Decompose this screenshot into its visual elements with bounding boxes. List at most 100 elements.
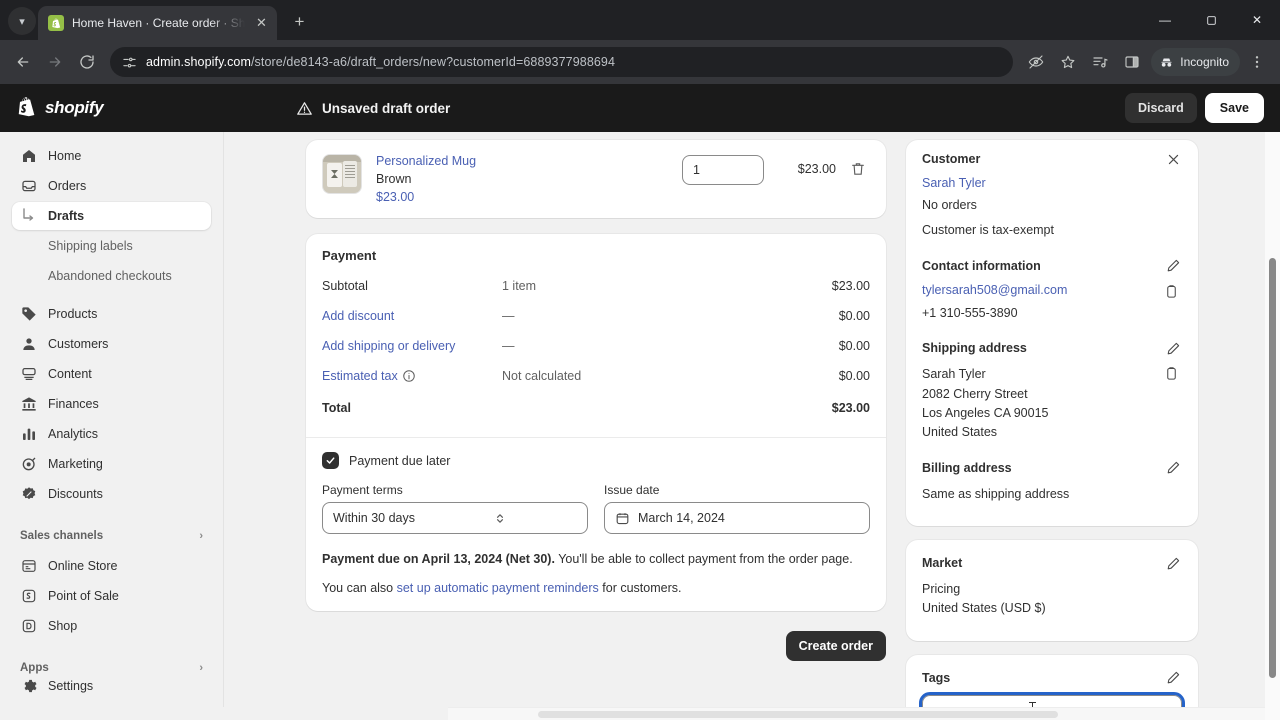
thumb-mug-right <box>343 161 357 187</box>
topbar-status: Unsaved draft order <box>224 100 1125 117</box>
sidebar-item-label: Marketing <box>48 457 103 471</box>
sidebar-item-content[interactable]: Content <box>12 360 211 388</box>
side-panel-icon[interactable] <box>1117 47 1147 77</box>
sidebar-item-finances[interactable]: Finances <box>12 390 211 418</box>
app-topbar: shopify Unsaved draft order Discard Save <box>0 84 1280 132</box>
sidebar-item-label: Shipping labels <box>48 239 133 253</box>
sidebar-item-shop[interactable]: Shop <box>12 612 211 640</box>
section-label: Sales channels <box>20 530 104 542</box>
url-text: admin.shopify.com/store/de8143-a6/draft_… <box>146 55 1003 69</box>
sidebar-item-online-store[interactable]: Online Store <box>12 552 211 580</box>
sidebar-item-products[interactable]: Products <box>12 300 211 328</box>
save-button[interactable]: Save <box>1204 93 1264 123</box>
back-icon[interactable] <box>8 47 38 77</box>
sidebar-item-label: Point of Sale <box>48 589 119 603</box>
warning-icon <box>297 101 312 115</box>
payment-due-later-section: Payment due later Payment terms Within 3… <box>306 437 886 611</box>
contact-header: Contact information <box>922 257 1182 275</box>
sidebar-item-point-of-sale[interactable]: Point of Sale <box>12 582 211 610</box>
payment-card: Payment Subtotal 1 item $23.00 Add disco… <box>306 234 886 611</box>
payment-due-bold: Payment due on April 13, 2024 (Net 30). <box>322 552 555 566</box>
vertical-scrollbar-thumb[interactable] <box>1269 258 1276 678</box>
minimize-button[interactable]: — <box>1142 0 1188 40</box>
discard-button[interactable]: Discard <box>1124 93 1197 123</box>
sidebar-item-marketing[interactable]: Marketing <box>12 450 211 478</box>
customer-name-link[interactable]: Sarah Tyler <box>922 176 1182 190</box>
sidebar-scroll-filler <box>0 707 224 720</box>
customer-order-count: No orders <box>922 198 977 212</box>
incognito-indicator[interactable]: Incognito <box>1151 48 1240 76</box>
sidebar-item-abandoned-checkouts[interactable]: Abandoned checkouts <box>12 262 211 290</box>
add-shipping-link[interactable]: Add shipping or delivery <box>322 339 502 353</box>
discount-icon <box>20 485 38 503</box>
window-controls: — ✕ <box>1142 0 1280 40</box>
chrome-menu-icon[interactable] <box>1242 47 1272 77</box>
product-title-link[interactable]: Personalized Mug <box>376 154 668 168</box>
edit-pencil-icon[interactable] <box>1164 554 1182 572</box>
edit-pencil-icon[interactable] <box>1164 459 1182 477</box>
contact-email-row: tylersarah508@gmail.com <box>922 283 1182 304</box>
delete-line-item-icon[interactable] <box>850 161 870 182</box>
vertical-scrollbar[interactable] <box>1265 132 1280 720</box>
person-icon <box>20 335 38 353</box>
forward-icon[interactable] <box>40 47 70 77</box>
page-viewport: shopify Unsaved draft order Discard Save <box>0 84 1280 720</box>
tab-title: Home Haven · Create order · Sh <box>72 16 246 30</box>
edit-pencil-icon[interactable] <box>1164 339 1182 357</box>
checkbox-checked-icon[interactable] <box>322 452 339 469</box>
new-tab-button[interactable]: + <box>285 8 313 36</box>
sidebar-item-label: Customers <box>48 337 109 351</box>
maximize-button[interactable] <box>1188 0 1234 40</box>
shopify-logo[interactable]: shopify <box>16 96 224 120</box>
customer-email-link[interactable]: tylersarah508@gmail.com <box>922 283 1067 297</box>
incognito-label: Incognito <box>1180 55 1229 69</box>
sidebar-item-orders[interactable]: Orders <box>12 172 211 200</box>
horizontal-scrollbar-thumb[interactable] <box>538 711 1058 718</box>
customer-tax-status: Customer is tax-exempt <box>922 223 1054 238</box>
shipping-line: Sarah Tyler <box>922 367 986 382</box>
address-bar[interactable]: admin.shopify.com/store/de8143-a6/draft_… <box>110 47 1014 77</box>
bookmark-star-icon[interactable] <box>1053 47 1083 77</box>
sidebar-item-drafts[interactable]: Drafts <box>12 202 211 230</box>
playlist-icon[interactable] <box>1085 47 1115 77</box>
sidebar-item-home[interactable]: Home <box>12 142 211 170</box>
sidebar-item-analytics[interactable]: Analytics <box>12 420 211 448</box>
sidebar-item-discounts[interactable]: Discounts <box>12 480 211 508</box>
sidebar-item-customers[interactable]: Customers <box>12 330 211 358</box>
hide-password-icon[interactable] <box>1021 47 1051 77</box>
shipping-line: 2082 Cherry Street <box>922 386 1028 401</box>
close-window-button[interactable]: ✕ <box>1234 0 1280 40</box>
row-detail: — <box>502 339 515 353</box>
calendar-icon <box>616 512 629 524</box>
sidebar-item-label: Online Store <box>48 559 118 573</box>
edit-pencil-icon[interactable] <box>1164 669 1182 687</box>
payment-row-tax: Estimated tax Not calculated $0.00 <box>322 361 870 391</box>
store-icon <box>20 557 38 575</box>
payment-row-total: Total $23.00 <box>322 391 870 425</box>
copy-icon[interactable] <box>1164 366 1182 386</box>
home-icon <box>20 147 38 165</box>
issue-date-input[interactable]: March 14, 2024 <box>604 502 870 534</box>
sidebar-item-shipping-labels[interactable]: Shipping labels <box>12 232 211 260</box>
tab-search-chevron-icon[interactable]: ▾ <box>8 7 36 35</box>
copy-icon[interactable] <box>1164 284 1182 304</box>
sidebar-item-settings[interactable]: Settings <box>12 672 211 700</box>
topbar-actions: Discard Save <box>1124 93 1264 123</box>
reload-icon[interactable] <box>72 47 102 77</box>
automatic-payment-reminders-link[interactable]: set up automatic payment reminders <box>397 581 599 595</box>
quantity-input[interactable] <box>682 155 764 185</box>
content-icon <box>20 365 38 383</box>
horizontal-scrollbar[interactable] <box>448 707 1265 720</box>
tab-close-icon[interactable]: ✕ <box>253 15 269 31</box>
product-unit-price[interactable]: $23.00 <box>376 190 668 204</box>
close-icon[interactable] <box>1164 150 1182 168</box>
estimated-tax-link[interactable]: Estimated tax <box>322 369 502 383</box>
browser-tab[interactable]: Home Haven · Create order · Sh ✕ <box>38 6 278 40</box>
create-order-button[interactable]: Create order <box>785 630 886 661</box>
payment-due-later-checkbox-row[interactable]: Payment due later <box>322 452 870 469</box>
edit-pencil-icon[interactable] <box>1164 257 1182 275</box>
add-discount-link[interactable]: Add discount <box>322 309 502 323</box>
sidebar-section-sales-channels[interactable]: Sales channels › <box>12 522 211 550</box>
row-amount: $0.00 <box>838 339 870 353</box>
payment-terms-select[interactable]: Within 30 days <box>322 502 588 534</box>
